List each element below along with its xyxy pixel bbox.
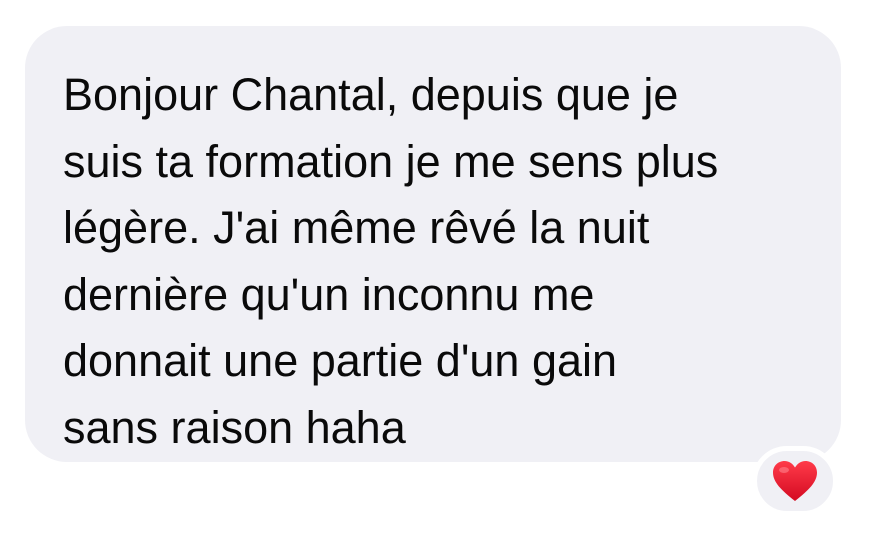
chat-view: Bonjour Chantal, depuis que je suis ta f… [0,0,879,533]
message-line: sans raison haha [63,401,406,453]
reaction-badge[interactable] [752,446,838,516]
red-heart-icon [773,461,817,501]
message-bubble[interactable]: Bonjour Chantal, depuis que je suis ta f… [25,26,841,462]
message-text: Bonjour Chantal, depuis que je suis ta f… [63,62,811,461]
message-line: Bonjour Chantal, depuis que je [63,69,679,120]
message-line: donnait une partie d'un gain [63,335,618,386]
message-line: suis ta formation je me sens plus [63,135,719,187]
message-line: dernière qu'un inconnu me [63,268,595,320]
message-line: légère. J'ai même rêvé la nuit [63,202,650,253]
